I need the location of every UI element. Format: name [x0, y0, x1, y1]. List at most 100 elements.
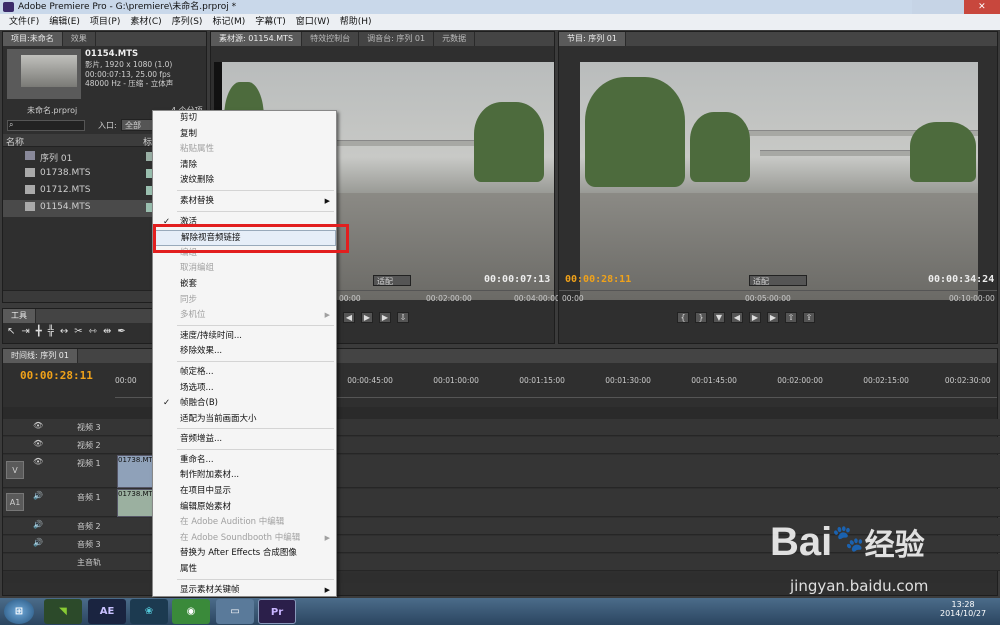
tab-tools[interactable]: 工具 [3, 309, 36, 323]
timeline-timecode[interactable]: 00:00:28:11 [20, 369, 93, 382]
video-clip[interactable]: 01738.MTS [117, 455, 157, 488]
speaker-icon[interactable]: 🔊 [33, 491, 43, 500]
context-menu-item[interactable]: 速度/持续时间... [153, 329, 336, 345]
pen-icon[interactable]: ✒ [117, 326, 125, 337]
ruler-label: 00:01:00:00 [433, 376, 479, 385]
ripple-edit-icon[interactable]: ╋ [36, 326, 42, 337]
start-button[interactable]: ⊞ [4, 599, 34, 624]
menu-item-label: 显示素材关键帧 [180, 584, 240, 595]
rolling-edit-icon[interactable]: ╬ [48, 326, 54, 337]
step-back-icon[interactable]: ◀ [731, 312, 743, 323]
context-menu-item[interactable]: 波纹删除 [153, 173, 336, 189]
context-menu-item[interactable]: 场选项... [153, 381, 336, 397]
razor-icon[interactable]: ✂ [74, 326, 82, 337]
play-icon[interactable]: ▶ [749, 312, 761, 323]
close-button[interactable]: ✕ [963, 0, 1000, 14]
tab-effects[interactable]: 效果 [63, 32, 96, 46]
search-input[interactable]: ⌕ [7, 120, 85, 131]
context-menu-item[interactable]: 编辑原始素材 [153, 500, 336, 516]
browser-icon[interactable]: ◉ [172, 599, 210, 624]
mark-out-icon[interactable]: } [695, 312, 707, 323]
program-timecode-left[interactable]: 00:00:28:11 [565, 274, 631, 285]
context-menu-item[interactable]: 显示素材关键帧 ▶ [153, 583, 336, 599]
context-menu-item[interactable]: 清除 [153, 158, 336, 174]
tab-metadata[interactable]: 元数据 [434, 32, 476, 46]
mark-in-icon[interactable]: { [677, 312, 689, 323]
media-icon[interactable]: ❀ [130, 599, 168, 624]
menu-item[interactable]: 字幕(T) [250, 14, 291, 30]
clock[interactable]: 13:28 2014/10/27 [940, 600, 986, 618]
clock-time: 13:28 [951, 600, 975, 609]
menu-item[interactable]: 帮助(H) [335, 14, 377, 30]
context-menu-item[interactable]: 嵌套 [153, 277, 336, 293]
column-name[interactable]: 名称 [6, 135, 24, 148]
track-select-icon[interactable]: ⇥ [21, 326, 29, 337]
maximize-button[interactable] [937, 0, 964, 14]
context-menu-item[interactable]: 属性 [153, 562, 336, 578]
context-menu-item[interactable]: 重命名... [153, 453, 336, 469]
eye-icon[interactable]: 👁 [33, 457, 43, 466]
clip-icon [25, 168, 35, 177]
submenu-arrow-icon: ▶ [324, 311, 330, 320]
taskbar-app-pr[interactable]: Pr [258, 599, 296, 624]
folder-icon[interactable]: ▭ [216, 599, 254, 624]
context-menu-item[interactable]: ✓ 帧融合(B) [153, 396, 336, 412]
context-menu-item[interactable]: 移除效果... [153, 344, 336, 360]
speaker-icon[interactable]: 🔊 [33, 538, 43, 547]
slip-icon[interactable]: ⇿ [89, 326, 97, 337]
menu-item[interactable]: 编辑(E) [44, 14, 85, 30]
lift-icon[interactable]: ⇧ [785, 312, 797, 323]
menu-item[interactable]: 素材(C) [125, 14, 166, 30]
menu-item-label: 场选项... [180, 382, 214, 393]
premiere-app-icon [3, 2, 14, 12]
context-menu-item[interactable]: 替换为 After Effects 合成图像 [153, 546, 336, 562]
tab-source[interactable]: 素材源: 01154.MTS [211, 32, 303, 46]
tab-project[interactable]: 项目:未命名 [3, 32, 63, 46]
speaker-icon[interactable]: 🔊 [33, 520, 43, 529]
menu-item[interactable]: 标记(M) [207, 14, 250, 30]
eye-icon[interactable]: 👁 [33, 439, 43, 448]
context-menu-item[interactable]: 复制 [153, 127, 336, 143]
eye-icon[interactable]: 👁 [33, 421, 43, 430]
selection-tool-icon[interactable]: ↖ [7, 326, 15, 337]
context-menu-item[interactable]: 帧定格... [153, 365, 336, 381]
video-target-badge[interactable]: V [6, 461, 24, 479]
program-fit-select[interactable]: 适配 [749, 275, 807, 286]
menu-item[interactable]: 序列(S) [167, 14, 208, 30]
menu-item[interactable]: 窗口(W) [291, 14, 335, 30]
minimize-button[interactable] [912, 0, 938, 14]
step-forward-icon[interactable]: ▶ [379, 312, 391, 323]
tree-shape [910, 122, 976, 182]
nvidia-icon[interactable]: ◥ [44, 599, 82, 624]
tab-effect-controls[interactable]: 特效控制台 [302, 32, 360, 46]
context-menu-item[interactable]: 适配为当前画面大小 [153, 412, 336, 428]
menu-item-label: 移除效果... [180, 346, 223, 357]
audio-target-badge[interactable]: A1 [6, 493, 24, 511]
context-menu-item[interactable]: 音频增益... [153, 432, 336, 448]
tab-audio-mixer[interactable]: 调音台: 序列 01 [359, 32, 435, 46]
taskbar: ⊞ ◥ AE ❀ ◉ ▭ Pr 13:28 2014/10/27 [0, 598, 1000, 625]
insert-icon[interactable]: ⇩ [397, 312, 409, 323]
audio-clip[interactable]: 01738.MTS [117, 489, 157, 517]
ruler-label: 00:00 [339, 294, 361, 303]
context-menu-item: 同步 [153, 293, 336, 309]
menu-item[interactable]: 文件(F) [4, 14, 44, 30]
rate-stretch-icon[interactable]: ↔ [60, 326, 68, 337]
menu-item[interactable]: 项目(P) [85, 14, 125, 30]
context-menu-item[interactable]: 素材替换 ▶ [153, 194, 336, 210]
step-forward-icon[interactable]: ▶ [767, 312, 779, 323]
menu-item-label: 编辑原始素材 [180, 501, 232, 512]
context-menu-item[interactable]: 剪切 [153, 111, 336, 127]
context-menu-item[interactable]: 制作附加素材... [153, 468, 336, 484]
marker-icon[interactable]: ▼ [713, 312, 725, 323]
slide-icon[interactable]: ⇹ [103, 326, 111, 337]
program-ruler[interactable]: 00:00 00:05:00:00 00:10:00:00 [559, 290, 997, 306]
context-menu-item[interactable]: 在项目中显示 [153, 484, 336, 500]
tab-program[interactable]: 节目: 序列 01 [559, 32, 626, 46]
step-back-icon[interactable]: ◀ [343, 312, 355, 323]
taskbar-app-ae[interactable]: AE [88, 599, 126, 624]
extract-icon[interactable]: ⇪ [803, 312, 815, 323]
source-fit-select[interactable]: 适配 [373, 275, 411, 286]
tab-timeline[interactable]: 时间线: 序列 01 [3, 349, 78, 363]
play-icon[interactable]: ▶ [361, 312, 373, 323]
